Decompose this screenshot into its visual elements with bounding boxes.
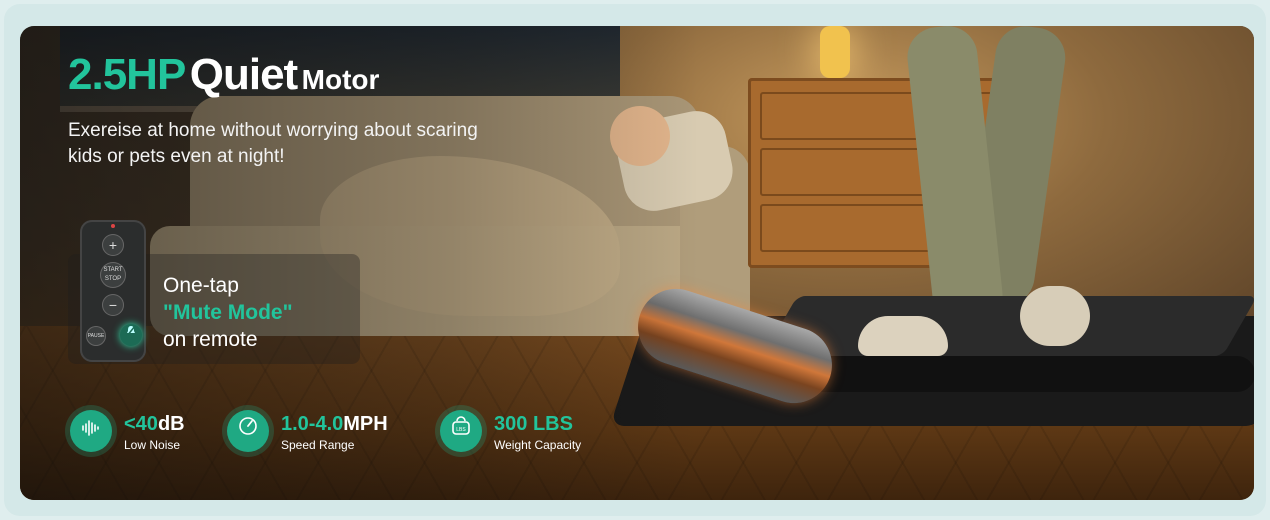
headline-quiet: Quiet [189, 50, 298, 99]
stat-value: 300 LBS [494, 413, 573, 435]
stat-value: <40dB [124, 413, 185, 435]
stat-value: 1.0-4.0MPH [281, 413, 388, 435]
mute-mode-label: "Mute Mode" [163, 301, 293, 324]
headline: 2.5HP Quiet Motor [68, 50, 379, 100]
bell-slash-icon [126, 325, 136, 337]
stat-label: Low Noise [124, 438, 181, 452]
hero-panel: 2.5HP Quiet Motor Exereise at home witho… [20, 26, 1254, 500]
indicator-light [111, 224, 115, 228]
kettlebell-glyph: LBS [452, 416, 470, 435]
remote-caption: One-tap "Mute Mode" on remote [163, 272, 293, 353]
speedometer-glyph [239, 417, 257, 435]
remote-line-one: One-tap [163, 274, 239, 297]
remote-start-stop-button: START STOP [100, 262, 126, 288]
stat-label: Speed Range [281, 438, 355, 452]
sound-wave-glyph [82, 420, 99, 436]
weight-icon: LBS [440, 410, 482, 452]
subtitle: Exereise at home without worrying about … [68, 120, 478, 167]
headline-hp: 2.5HP [68, 50, 186, 99]
svg-text:LBS: LBS [456, 427, 466, 433]
headline-motor: Motor [301, 64, 380, 95]
remote-pause-button: PAUSE [86, 326, 106, 346]
remote-line-three: on remote [163, 328, 258, 351]
remote-control: + START STOP − PAUSE [80, 220, 146, 362]
sound-wave-icon [70, 410, 112, 452]
remote-plus-button: + [102, 234, 124, 256]
remote-minus-button: − [102, 294, 124, 316]
mute-icon [120, 324, 142, 346]
speedometer-icon [227, 410, 269, 452]
stat-label: Weight Capacity [494, 438, 582, 452]
